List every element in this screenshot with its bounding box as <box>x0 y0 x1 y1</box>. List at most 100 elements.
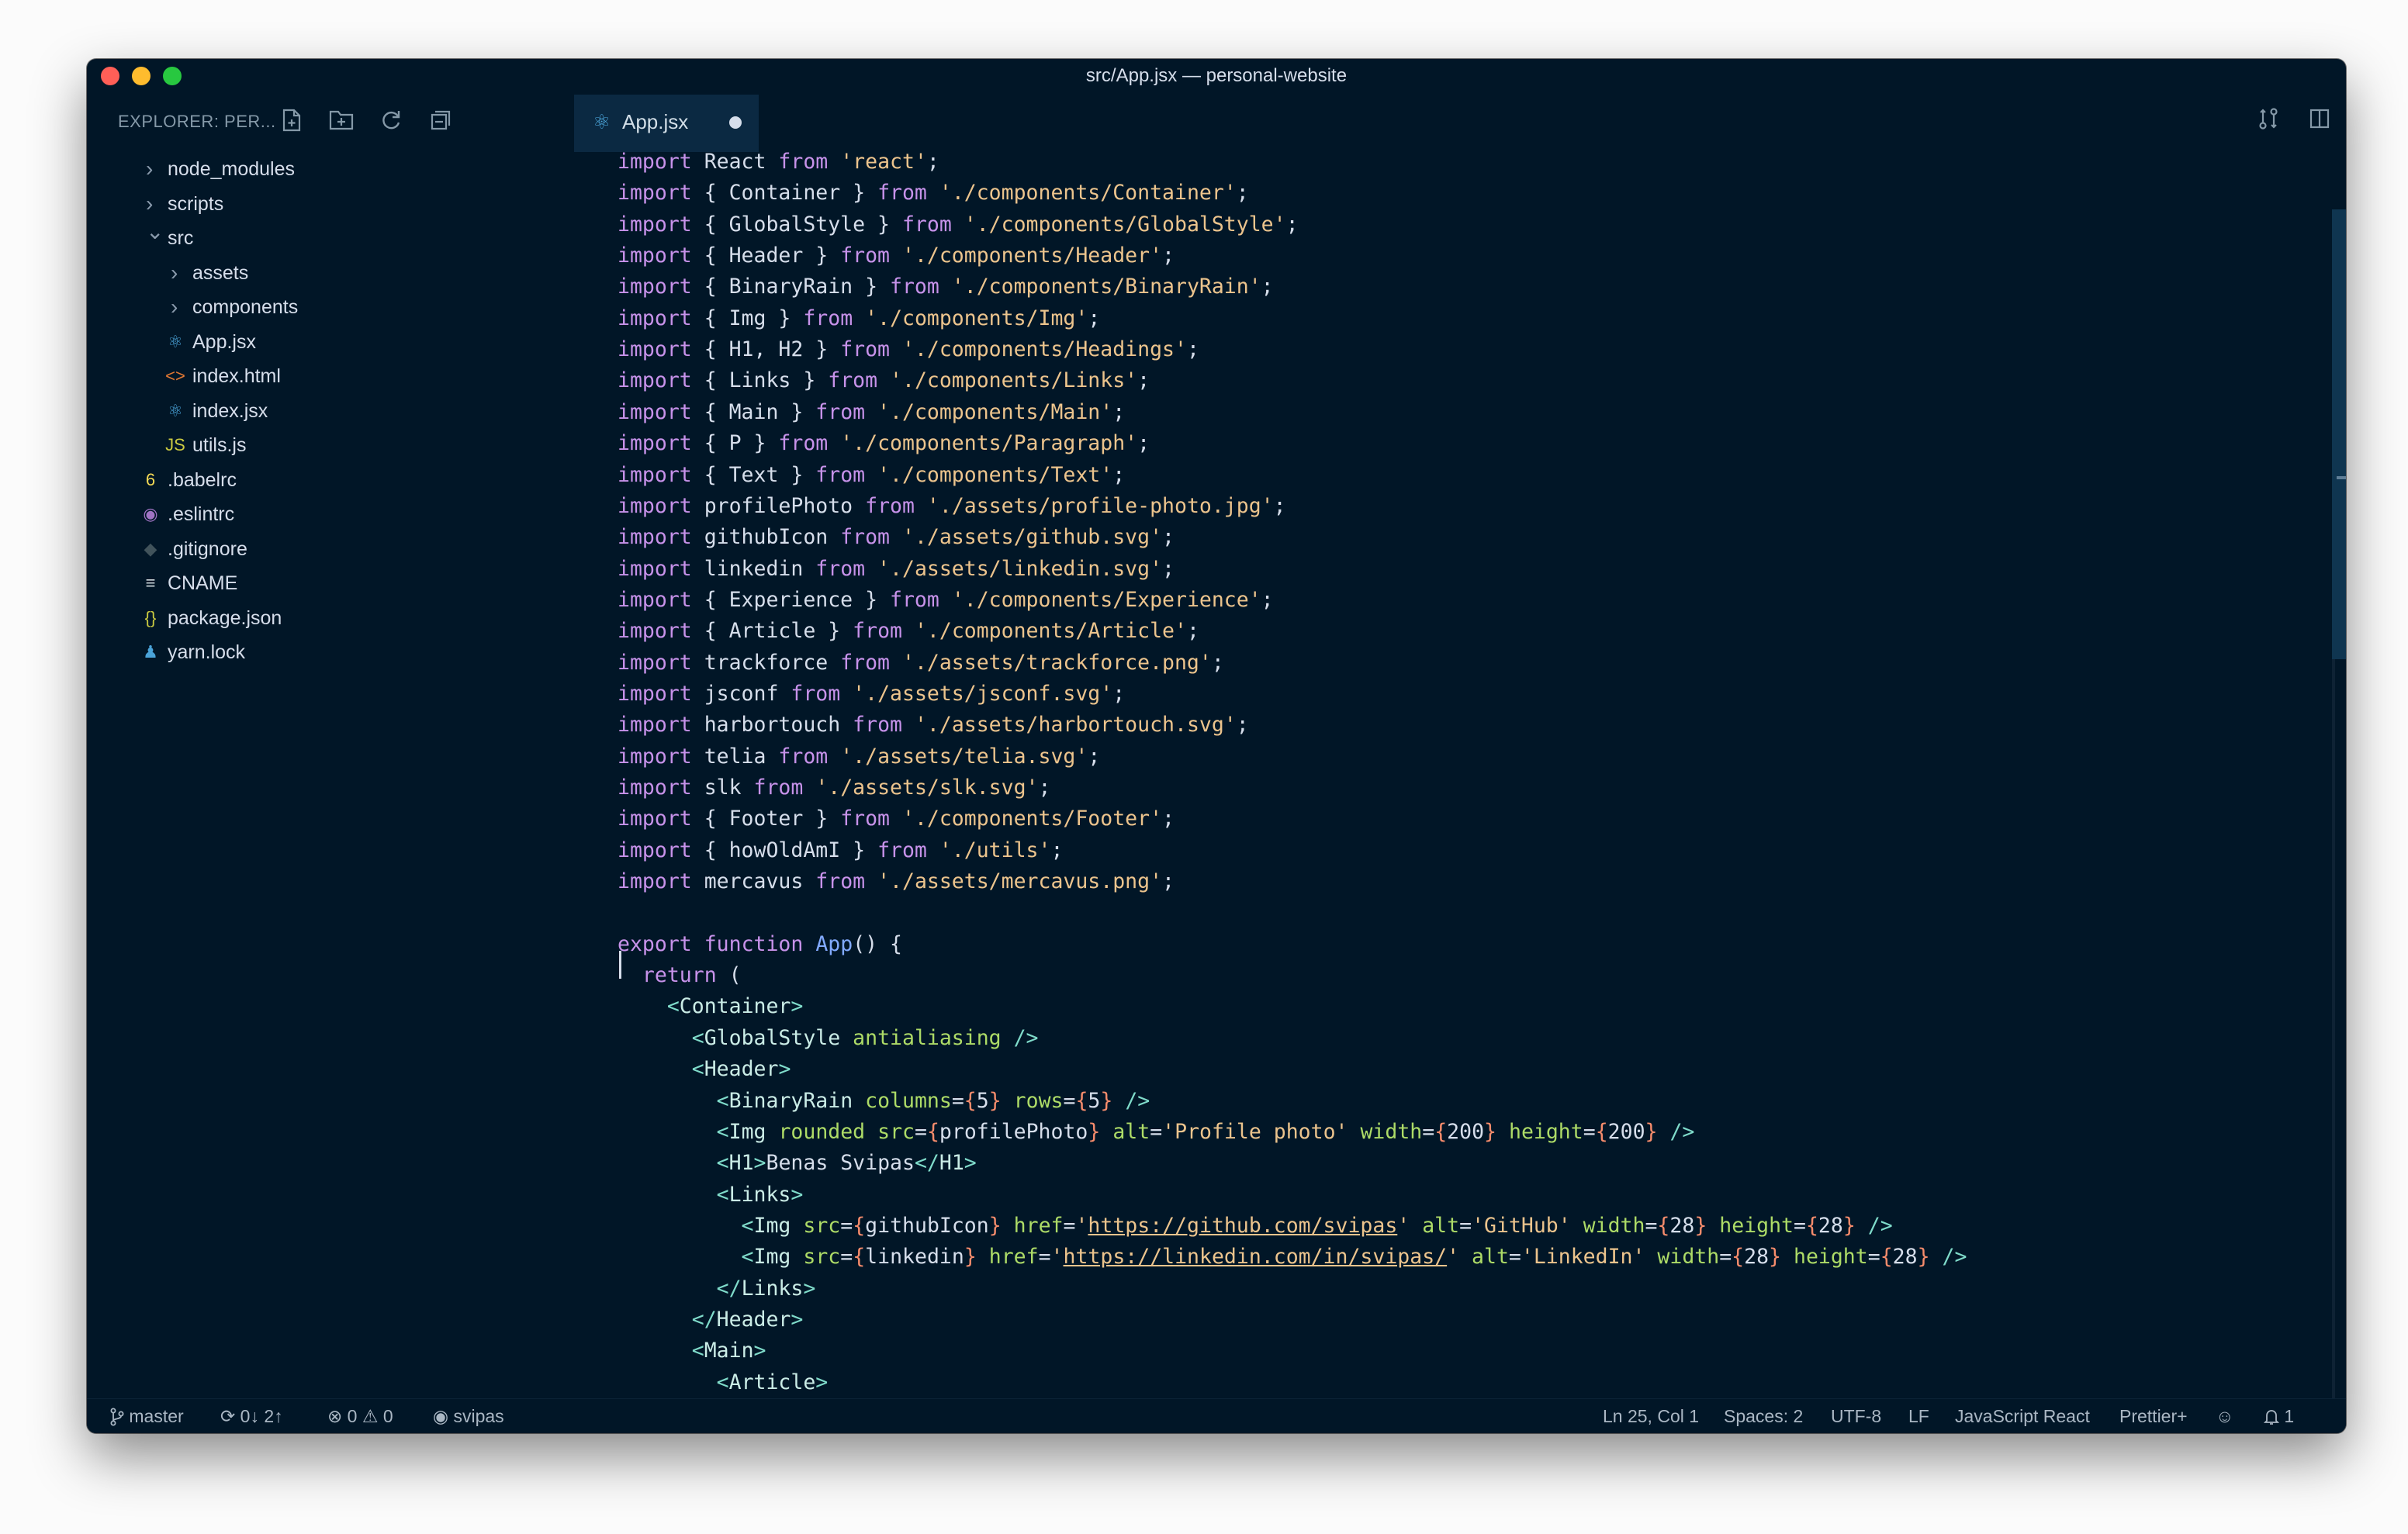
notifications-indicator[interactable]: 1 <box>2263 1399 2295 1433</box>
code-token: ; <box>1186 619 1199 644</box>
code-line: import { GlobalStyle } from './component… <box>618 209 1299 240</box>
new-file-icon[interactable] <box>278 109 306 136</box>
code-token: import <box>618 152 692 174</box>
chevron-right-icon[interactable]: › <box>171 256 186 290</box>
code-token: ; <box>1137 368 1150 393</box>
code-token: from <box>877 181 927 206</box>
code-token: BinaryRain <box>728 1088 853 1113</box>
file-item[interactable]: <> index.html <box>87 359 490 393</box>
code-token: from <box>791 681 841 706</box>
code-line: import { P } from './components/Paragrap… <box>618 428 1150 459</box>
unsaved-changes-dot-icon[interactable] <box>729 116 742 129</box>
code-editor[interactable]: import React from 'react'; import { Conta… <box>490 152 2346 1433</box>
code-token: > <box>791 1182 804 1207</box>
folder-item[interactable]: › components <box>87 290 490 324</box>
folder-item[interactable]: ⌄ src <box>87 219 490 255</box>
scrollbar-thumb[interactable] <box>2332 209 2346 659</box>
code-token: from <box>840 337 891 362</box>
problems-indicator[interactable]: ⊗ 0 ⚠ 0 <box>327 1399 393 1433</box>
file-item[interactable]: ◉ .eslintrc <box>87 497 490 531</box>
code-token: alt <box>1422 1213 1460 1238</box>
split-editor-icon[interactable] <box>2304 107 2335 138</box>
file-item[interactable]: 6 .babelrc <box>87 463 490 497</box>
code-token: } <box>1917 1245 1930 1270</box>
code-token: { <box>1805 1213 1818 1238</box>
collapse-all-icon[interactable] <box>427 109 455 136</box>
file-item[interactable]: ≡ CNAME <box>87 566 490 600</box>
code-token: > <box>791 994 804 1019</box>
code-token: ( <box>716 963 742 988</box>
feedback-smiley-icon[interactable]: ☺ <box>2216 1399 2233 1433</box>
code-line: import linkedin from './assets/linkedin.… <box>618 554 1175 585</box>
file-item[interactable]: JS utils.js <box>87 428 490 462</box>
code-token: = <box>951 1088 964 1113</box>
code-token: './assets/trackforce.png' <box>901 650 1212 675</box>
code-token: import <box>618 587 692 612</box>
code-token: ; <box>1137 431 1150 456</box>
encoding-setting[interactable]: UTF-8 <box>1831 1399 1881 1433</box>
code-token: { BinaryRain } <box>691 275 891 299</box>
eol-setting[interactable]: LF <box>1908 1399 1929 1433</box>
code-token: 200 <box>1447 1119 1485 1144</box>
code-token: './assets/github.svg' <box>901 525 1163 550</box>
formatter-status[interactable]: Prettier+ <box>2119 1399 2188 1433</box>
code-token: './components/Img' <box>865 306 1088 330</box>
code-token: ; <box>1261 275 1274 299</box>
cursor-position[interactable]: Ln 25, Col 1 <box>1603 1399 1699 1433</box>
chevron-right-icon[interactable]: › <box>146 152 161 186</box>
file-item[interactable]: ⚛ index.jsx <box>87 394 490 428</box>
chevron-down-icon[interactable]: ⌄ <box>146 215 164 249</box>
code-token: < <box>716 1182 729 1207</box>
sync-icon: ⟳ <box>220 1406 236 1426</box>
file-item[interactable]: ♟ yarn.lock <box>87 635 490 669</box>
sync-counts: 0↓ 2↑ <box>240 1406 283 1426</box>
file-item[interactable]: ⚛ App.jsx <box>87 325 490 359</box>
code-token: from <box>778 431 829 456</box>
tree-item-label: yarn.lock <box>168 641 246 663</box>
folder-item[interactable]: › node_modules <box>87 152 490 186</box>
code-token: { Img } <box>691 306 804 330</box>
sync-status[interactable]: ⟳ 0↓ 2↑ <box>220 1399 283 1433</box>
code-line: import slk from './assets/slk.svg'; <box>618 772 1050 803</box>
code-token: 200 <box>1607 1119 1645 1144</box>
code-token: src <box>803 1213 841 1238</box>
code-token: /> <box>1867 1213 1893 1238</box>
code-token: } <box>988 1213 1002 1238</box>
code-token: ; <box>1211 650 1224 675</box>
account-indicator[interactable]: ◉ svipas <box>433 1399 504 1433</box>
language-mode[interactable]: JavaScript React <box>1955 1399 2090 1433</box>
chevron-right-icon[interactable]: › <box>171 290 186 324</box>
code-token: from <box>901 212 952 237</box>
new-folder-icon[interactable] <box>327 109 355 136</box>
tab-app-jsx[interactable]: ⚛ App.jsx <box>574 95 759 152</box>
notification-count: 1 <box>2284 1406 2295 1426</box>
branch-indicator[interactable]: master <box>110 1399 184 1433</box>
file-item[interactable]: {} package.json <box>87 601 490 635</box>
source-control-icon[interactable] <box>2253 107 2284 138</box>
refresh-icon[interactable] <box>377 109 405 136</box>
code-line: import { Experience } from './components… <box>618 585 1274 616</box>
code-token: from <box>840 650 891 675</box>
indentation-setting[interactable]: Spaces: 2 <box>1724 1399 1803 1433</box>
account-name: svipas <box>453 1406 504 1426</box>
code-token: from <box>803 306 853 330</box>
file-item[interactable]: ◆ .gitignore <box>87 532 490 566</box>
code-token: Img <box>753 1213 791 1238</box>
code-token: import <box>618 462 692 487</box>
code-token: Links <box>728 1182 791 1207</box>
folder-item[interactable]: › assets <box>87 256 490 290</box>
code-token: trackforce <box>691 650 841 675</box>
code-token: alt <box>1472 1245 1509 1270</box>
code-token: ' <box>1397 1213 1410 1238</box>
